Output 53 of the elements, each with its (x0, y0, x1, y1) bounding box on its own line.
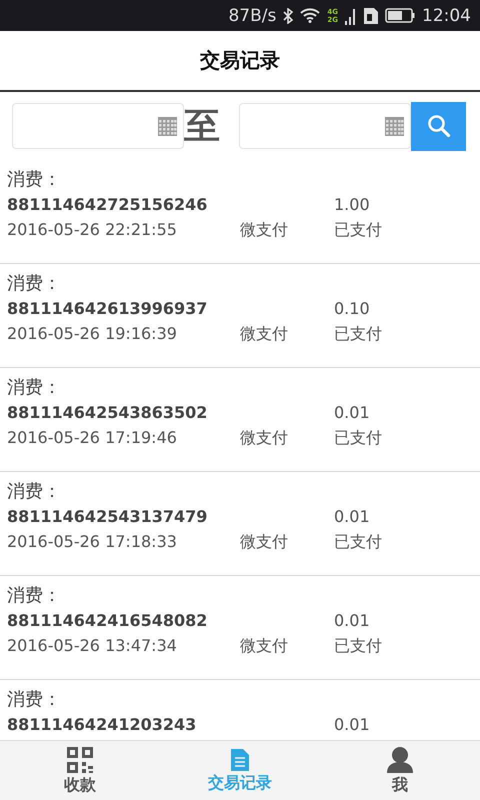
order-number: 881114642613996937 (7, 298, 208, 320)
amount: 0.10 (334, 298, 371, 320)
record-type: 消费： (7, 168, 62, 192)
signal-icon (345, 6, 357, 24)
payment-method: 微支付 (240, 427, 289, 449)
payment-status: 已支付 (334, 531, 383, 553)
payment-status: 已支付 (334, 427, 383, 449)
record-type: 消费： (7, 584, 62, 608)
order-number: 88111464241203243 (7, 714, 198, 736)
end-date-field[interactable] (239, 103, 411, 149)
payment-method: 微支付 (240, 323, 289, 345)
search-icon (426, 114, 450, 138)
transaction-time: 2016-05-26 22:21:55 (7, 219, 178, 241)
search-button[interactable] (411, 102, 466, 150)
calendar-icon (158, 116, 177, 136)
record-type: 消费： (7, 480, 62, 504)
payment-status: 已支付 (334, 323, 383, 345)
amount: 0.01 (334, 402, 371, 424)
sim-card-icon (364, 8, 378, 24)
battery-icon (385, 8, 415, 23)
document-icon (231, 748, 249, 770)
amount: 0.01 (334, 714, 371, 736)
payment-status: 已支付 (334, 635, 383, 657)
transaction-time: 2016-05-26 13:47:34 (7, 635, 178, 657)
wifi-icon (300, 8, 320, 23)
amount: 0.01 (334, 506, 371, 528)
network-speed: 87B/s (228, 6, 276, 26)
person-icon (387, 746, 413, 772)
date-separator: 至 (184, 104, 221, 148)
clock-time: 12:04 (422, 6, 471, 26)
bluetooth-icon (283, 8, 294, 24)
record-type: 消费： (7, 688, 62, 712)
record-type: 消费： (7, 272, 62, 296)
order-number: 881114642725156246 (7, 194, 208, 216)
record-type: 消费： (7, 376, 62, 400)
order-number: 881114642416548082 (7, 610, 208, 632)
calendar-icon (385, 116, 404, 136)
start-date-field[interactable] (12, 103, 184, 149)
payment-status: 已支付 (334, 219, 383, 241)
transaction-time: 2016-05-26 19:16:39 (7, 323, 178, 345)
transaction-time: 2016-05-26 17:18:33 (7, 531, 178, 553)
order-number: 881114642543137479 (7, 506, 208, 528)
tab[interactable]: 我 (320, 741, 480, 800)
qr-code-icon (67, 746, 93, 772)
amount: 0.01 (334, 610, 371, 632)
page-title: 交易记录 (200, 47, 280, 74)
amount: 1.00 (334, 194, 371, 216)
order-number: 881114642543863502 (7, 402, 208, 424)
payment-method: 微支付 (240, 635, 289, 657)
payment-method: 微支付 (240, 219, 289, 241)
transaction-time: 2016-05-26 17:19:46 (7, 427, 178, 449)
payment-method: 微支付 (240, 531, 289, 553)
tab[interactable]: 收款 (0, 741, 160, 800)
